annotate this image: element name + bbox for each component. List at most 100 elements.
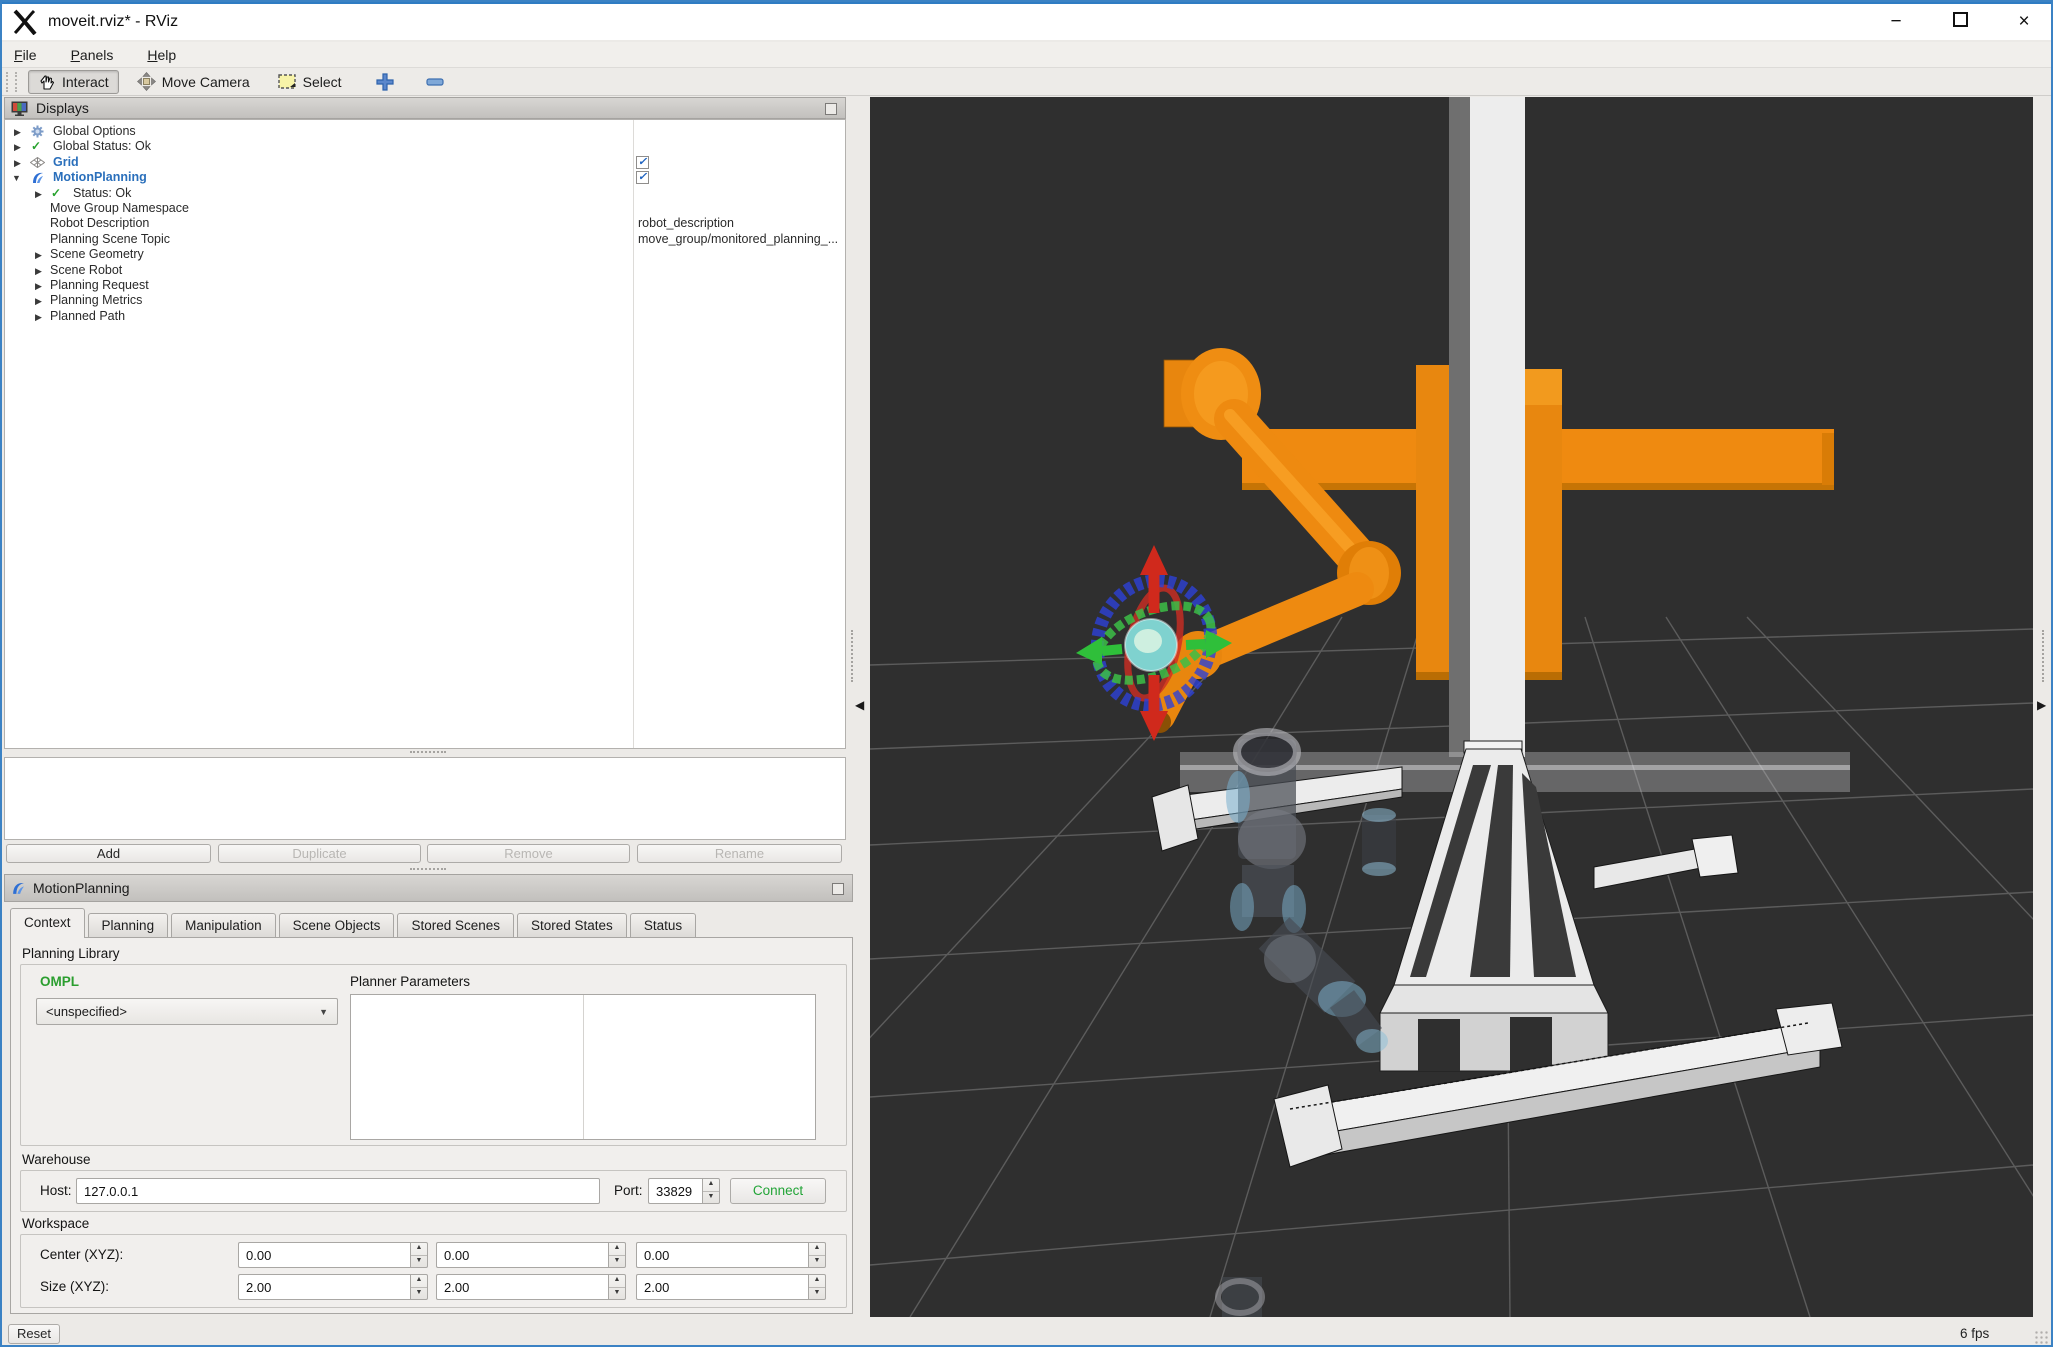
host-input[interactable] <box>76 1178 600 1204</box>
tree-row-value[interactable]: move_group/monitored_planning_... <box>638 232 838 247</box>
center-z-input[interactable] <box>636 1242 808 1268</box>
3d-viewport[interactable] <box>870 97 2033 1317</box>
motionplanning-enabled-checkbox[interactable]: ✓ <box>636 171 649 185</box>
displays-panel-header[interactable]: Displays <box>4 97 846 119</box>
tree-row-grid[interactable]: ▶ Grid ✓ <box>5 155 845 170</box>
tree-row[interactable]: Planning Scene Topic move_group/monitore… <box>5 232 845 247</box>
motionplanning-panel-header[interactable]: MotionPlanning <box>4 874 853 902</box>
add-display-button[interactable]: Add <box>6 844 211 863</box>
add-tool-button[interactable] <box>368 70 402 94</box>
panel-splitter-handle[interactable] <box>851 630 853 682</box>
tab-status[interactable]: Status <box>629 913 697 938</box>
planner-parameters-table[interactable] <box>350 994 816 1140</box>
splitter-handle[interactable] <box>410 751 446 753</box>
tree-row[interactable]: Robot Description robot_description <box>5 216 845 231</box>
minimize-button[interactable]: − <box>1883 11 1909 33</box>
connect-button[interactable]: Connect <box>730 1178 826 1204</box>
port-input[interactable] <box>648 1178 702 1204</box>
collapse-left-arrow[interactable]: ◀ <box>855 698 864 712</box>
grid-enabled-checkbox[interactable]: ✓ <box>636 155 649 169</box>
spin-down-icon[interactable]: ▼ <box>411 1288 427 1300</box>
spin-down-icon[interactable]: ▼ <box>809 1288 825 1300</box>
tab-manipulation[interactable]: Manipulation <box>171 913 276 938</box>
spin-up-icon[interactable]: ▲ <box>809 1243 825 1256</box>
size-xyz-label: Size (XYZ): <box>40 1279 110 1294</box>
menu-help[interactable]: Help <box>143 45 180 65</box>
spin-up-icon[interactable]: ▲ <box>609 1275 625 1288</box>
spin-down-icon[interactable]: ▼ <box>809 1256 825 1268</box>
displays-panel-float-button[interactable] <box>825 103 837 115</box>
select-icon <box>277 73 296 89</box>
expander-arrow-icon[interactable]: ▶ <box>14 156 21 171</box>
center-y-input[interactable] <box>436 1242 608 1268</box>
expander-arrow-icon[interactable]: ▶ <box>14 140 21 155</box>
tree-row[interactable]: ▶ Planned Path <box>5 309 845 324</box>
motionplanning-panel-float-button[interactable] <box>832 883 844 895</box>
port-spinbox[interactable]: ▲ ▼ <box>648 1178 720 1204</box>
size-x-spinbox[interactable]: ▲▼ <box>238 1274 428 1300</box>
size-y-spinbox[interactable]: ▲▼ <box>436 1274 626 1300</box>
size-y-input[interactable] <box>436 1274 608 1300</box>
toolbar-drag-handle[interactable] <box>15 71 20 92</box>
close-button[interactable]: × <box>2011 11 2037 33</box>
center-x-spinbox[interactable]: ▲▼ <box>238 1242 428 1268</box>
tree-row[interactable]: ▶ Planning Metrics <box>5 293 845 308</box>
interact-tool-button[interactable]: Interact <box>28 69 119 94</box>
tree-row[interactable]: ▶ Planning Request <box>5 278 845 293</box>
spin-up-icon[interactable]: ▲ <box>809 1275 825 1288</box>
center-y-spinbox[interactable]: ▲▼ <box>436 1242 626 1268</box>
menu-panels[interactable]: Panels <box>67 45 118 65</box>
tree-row[interactable]: ▶ Global Options <box>5 124 845 139</box>
planner-select-dropdown[interactable]: <unspecified> ▼ <box>36 998 338 1025</box>
tree-row-value[interactable]: robot_description <box>638 216 734 231</box>
collapse-right-arrow[interactable]: ▶ <box>2037 698 2046 712</box>
spin-up-icon[interactable]: ▲ <box>609 1243 625 1256</box>
tab-stored-scenes[interactable]: Stored Scenes <box>397 913 514 938</box>
expander-arrow-icon[interactable]: ▶ <box>35 264 42 279</box>
reset-button[interactable]: Reset <box>8 1324 60 1344</box>
tab-context[interactable]: Context <box>10 908 85 938</box>
expander-arrow-icon[interactable]: ▶ <box>14 125 21 140</box>
expander-arrow-icon[interactable]: ▶ <box>35 279 42 294</box>
toolbar-drag-handle[interactable] <box>6 71 11 92</box>
title-bar[interactable]: moveit.rviz* - RViz − × <box>2 2 2051 40</box>
tree-row[interactable]: Move Group Namespace <box>5 201 845 216</box>
displays-tree: ▶ Global Options ▶ ✓ Global Status: Ok ▶… <box>4 119 846 749</box>
expander-arrow-icon[interactable]: ▶ <box>35 310 42 325</box>
expander-arrow-icon[interactable]: ▶ <box>35 294 42 309</box>
tree-row[interactable]: ▶ ✓ Global Status: Ok <box>5 139 845 154</box>
spin-down-icon[interactable]: ▼ <box>609 1288 625 1300</box>
tree-row[interactable]: ▶ Scene Geometry <box>5 247 845 262</box>
tab-planning[interactable]: Planning <box>87 913 169 938</box>
panel-splitter-handle[interactable] <box>2042 630 2044 682</box>
tree-row[interactable]: ▶ Scene Robot <box>5 263 845 278</box>
spin-down-icon[interactable]: ▼ <box>411 1256 427 1268</box>
size-z-spinbox[interactable]: ▲▼ <box>636 1274 826 1300</box>
tree-row[interactable]: ▶ ✓ Status: Ok <box>5 186 845 201</box>
expander-arrow-icon[interactable]: ▶ <box>35 248 42 263</box>
spin-up-icon[interactable]: ▲ <box>411 1275 427 1288</box>
splitter-handle[interactable] <box>410 868 446 870</box>
center-x-input[interactable] <box>238 1242 410 1268</box>
tree-row-label: Global Status: Ok <box>53 139 151 154</box>
tree-row-motionplanning[interactable]: ▼ MotionPlanning ✓ <box>5 170 845 185</box>
size-x-input[interactable] <box>238 1274 410 1300</box>
spin-up-icon[interactable]: ▲ <box>411 1243 427 1256</box>
expander-arrow-icon[interactable]: ▶ <box>35 187 42 202</box>
spin-down-icon[interactable]: ▼ <box>703 1192 719 1204</box>
expander-arrow-icon[interactable]: ▼ <box>12 171 21 186</box>
tab-scene-objects[interactable]: Scene Objects <box>278 913 395 938</box>
spin-down-icon[interactable]: ▼ <box>609 1256 625 1268</box>
tab-stored-states[interactable]: Stored States <box>517 913 627 938</box>
minus-icon <box>425 77 444 86</box>
select-tool-button[interactable]: Select <box>268 70 352 94</box>
remove-tool-button[interactable] <box>418 70 452 94</box>
size-z-input[interactable] <box>636 1274 808 1300</box>
center-z-spinbox[interactable]: ▲▼ <box>636 1242 826 1268</box>
move-camera-tool-button[interactable]: Move Camera <box>127 70 260 94</box>
spin-up-icon[interactable]: ▲ <box>703 1179 719 1192</box>
maximize-button[interactable] <box>1952 12 1968 27</box>
resize-grip[interactable] <box>2034 1330 2048 1344</box>
select-label: Select <box>302 73 342 90</box>
menu-file[interactable]: File <box>10 45 41 65</box>
